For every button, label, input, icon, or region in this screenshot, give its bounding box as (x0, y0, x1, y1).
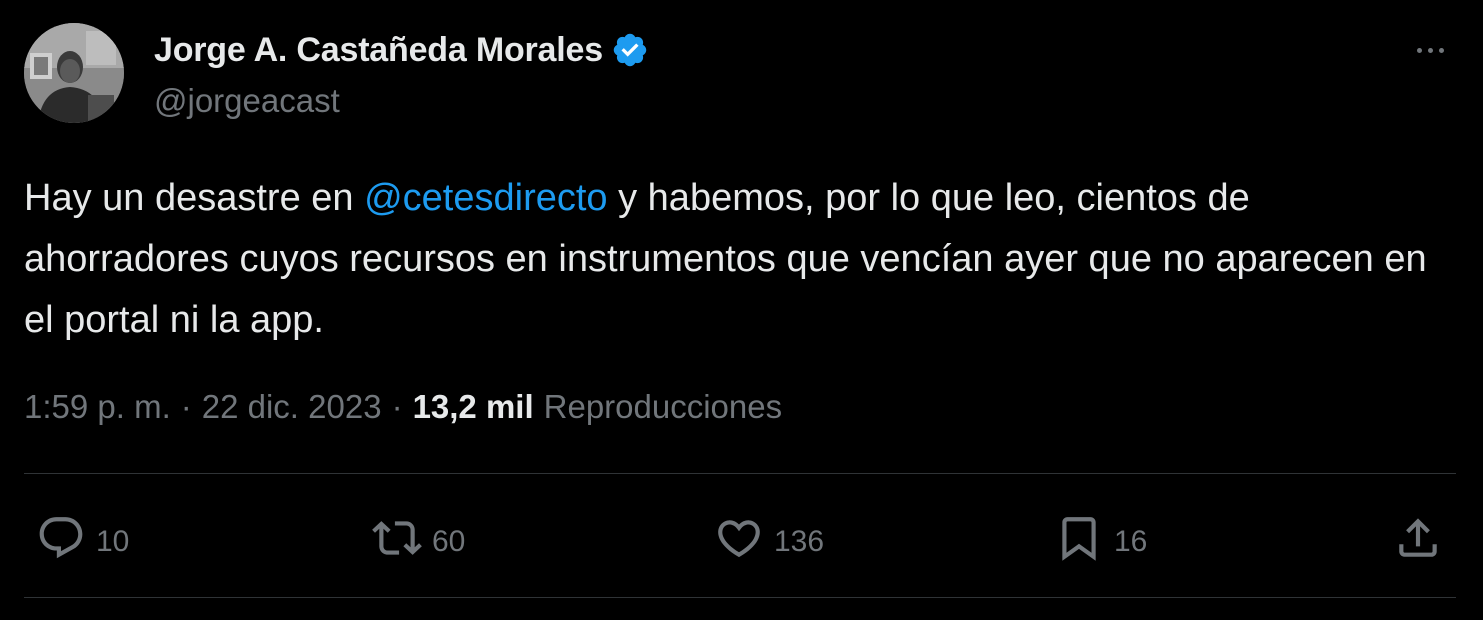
tweet-card: Jorge A. Castañeda Morales @jorgeacast H… (0, 0, 1483, 620)
tweet-date[interactable]: 22 dic. 2023 (202, 388, 382, 426)
bookmark-count: 16 (1114, 525, 1148, 558)
views-label: Reproducciones (543, 388, 783, 425)
heart-icon (718, 520, 760, 558)
reply-button[interactable]: 10 (36, 508, 129, 568)
like-count: 136 (774, 525, 825, 558)
meta-separator: · (391, 388, 403, 425)
mention-link[interactable]: @cetesdirecto (364, 177, 607, 219)
more-options-button[interactable] (1408, 36, 1452, 64)
more-horizontal-icon (1438, 47, 1444, 53)
tweet-text: Hay un desastre en @cetesdirecto y habem… (24, 168, 1444, 351)
bookmark-button[interactable]: 16 (1054, 508, 1147, 568)
repost-count: 60 (432, 525, 466, 558)
tweet-text-before-mention: Hay un desastre en (24, 177, 365, 219)
divider-top (24, 473, 1456, 474)
meta-separator: · (180, 388, 192, 425)
like-button[interactable]: 136 (714, 508, 824, 568)
more-horizontal-icon (1416, 47, 1422, 53)
repost-icon (372, 521, 422, 555)
author-handle[interactable]: @jorgeacast (154, 82, 340, 120)
profile-photo-icon (24, 23, 124, 123)
more-horizontal-icon (1427, 47, 1433, 53)
repost-button[interactable]: 60 (372, 508, 465, 568)
tweet-meta: 1:59 p. m. · 22 dic. 2023 · 13,2 mil Rep… (24, 388, 782, 426)
views-count: 13,2 mil (412, 388, 534, 425)
author-name-row: Jorge A. Castañeda Morales (154, 28, 649, 72)
share-button[interactable] (1393, 508, 1443, 568)
verified-badge-icon[interactable] (611, 31, 649, 69)
author-avatar[interactable] (24, 23, 124, 123)
share-icon (1399, 518, 1437, 557)
bookmark-icon (1062, 517, 1096, 561)
reply-count: 10 (96, 525, 130, 558)
reply-icon (39, 517, 83, 559)
divider-bottom (24, 597, 1456, 598)
author-display-name[interactable]: Jorge A. Castañeda Morales (154, 31, 603, 70)
tweet-time[interactable]: 1:59 p. m. (24, 388, 171, 426)
